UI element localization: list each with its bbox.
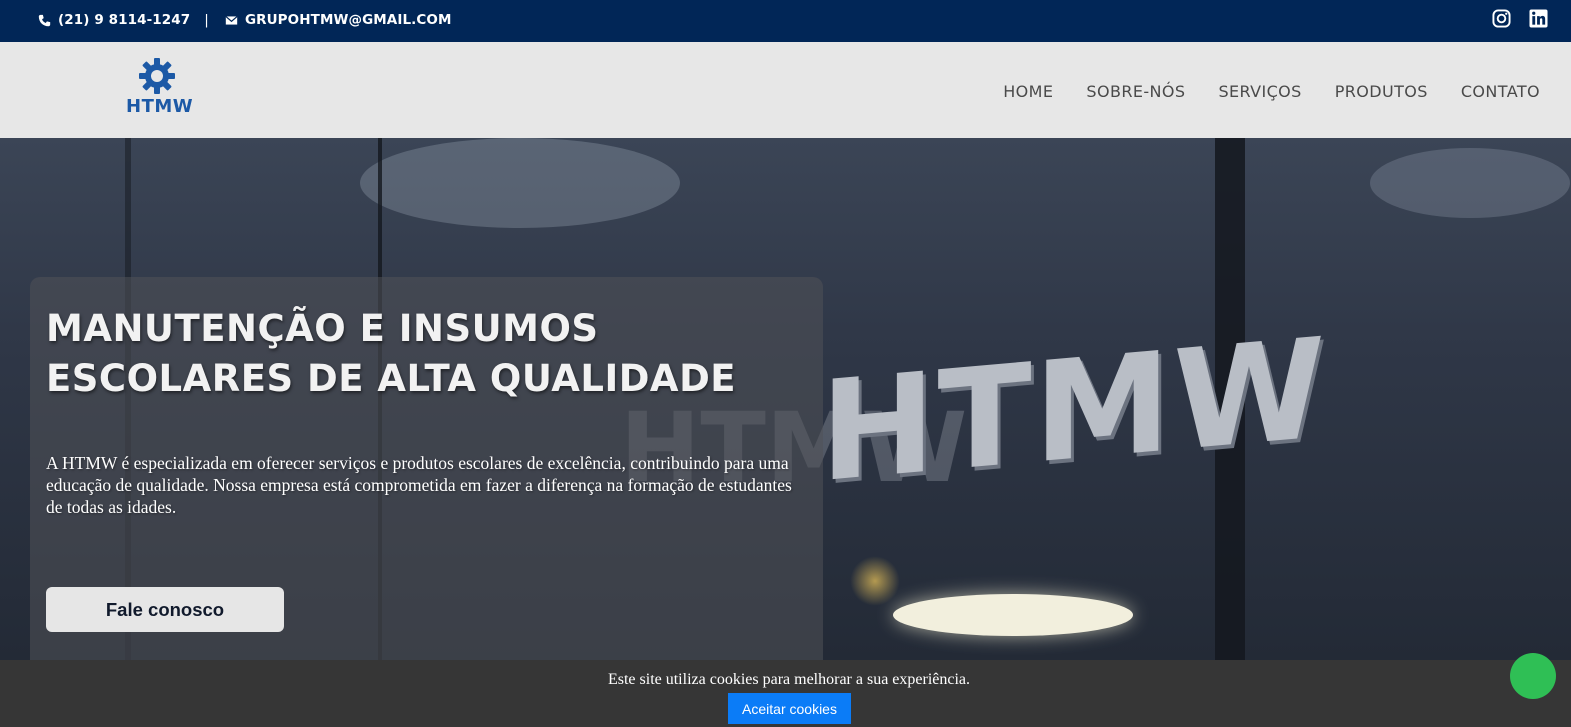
main-nav: HOME SOBRE-NÓS SERVIÇOS PRODUTOS CONTATO: [1003, 82, 1540, 101]
logo[interactable]: HTMW: [126, 56, 194, 122]
email-link[interactable]: GRUPOHTMW@GMAIL.COM: [225, 12, 452, 28]
instagram-link[interactable]: [1492, 9, 1511, 28]
cookie-banner: Este site utiliza cookies para melhorar …: [0, 660, 1571, 727]
contact-info: (21) 9 8114-1247 | GRUPOHTMW@GMAIL.COM: [38, 12, 452, 28]
phone-icon: [38, 14, 51, 26]
htmw-sign: HTMW: [820, 307, 1328, 514]
nav-contato[interactable]: CONTATO: [1461, 82, 1540, 101]
social-links: [1492, 9, 1548, 28]
ceiling-light-left: [360, 138, 680, 228]
logo-text: HTMW: [126, 96, 194, 117]
whatsapp-icon[interactable]: [1510, 653, 1556, 699]
linkedin-icon: [1529, 9, 1548, 28]
nav-servicos[interactable]: SERVIÇOS: [1218, 82, 1301, 101]
site-header: HTMW HOME SOBRE-NÓS SERVIÇOS PRODUTOS CO…: [0, 42, 1571, 138]
top-contact-bar: (21) 9 8114-1247 | GRUPOHTMW@GMAIL.COM: [0, 0, 1571, 42]
contact-separator: |: [204, 12, 209, 28]
phone-link[interactable]: (21) 9 8114-1247: [38, 12, 190, 28]
nav-produtos[interactable]: PRODUTOS: [1335, 82, 1428, 101]
hero-description: A HTMW é especializada em oferecer servi…: [46, 453, 792, 517]
phone-number: (21) 9 8114-1247: [58, 12, 191, 28]
nav-home[interactable]: HOME: [1003, 82, 1053, 101]
contact-us-button[interactable]: Fale conosco: [46, 587, 284, 632]
yellow-lights: [850, 556, 900, 606]
instagram-icon: [1492, 9, 1511, 28]
floor-lamp-glow: [893, 594, 1133, 636]
gear-icon: [139, 58, 175, 94]
cookie-message: Este site utiliza cookies para melhorar …: [607, 671, 971, 688]
ceiling-light-right: [1370, 148, 1570, 218]
hero-section: HTMW HTMW MANUTENÇÃO E INSUMOS ESCOLARES…: [0, 138, 1571, 660]
envelope-icon: [225, 15, 238, 25]
hero-title: MANUTENÇÃO E INSUMOS ESCOLARES DE ALTA Q…: [46, 307, 737, 400]
linkedin-link[interactable]: [1529, 9, 1548, 28]
nav-sobre-nos[interactable]: SOBRE-NÓS: [1086, 82, 1185, 101]
email-address: GRUPOHTMW@GMAIL.COM: [244, 12, 452, 28]
accept-cookies-button[interactable]: Aceitar cookies: [728, 693, 851, 724]
